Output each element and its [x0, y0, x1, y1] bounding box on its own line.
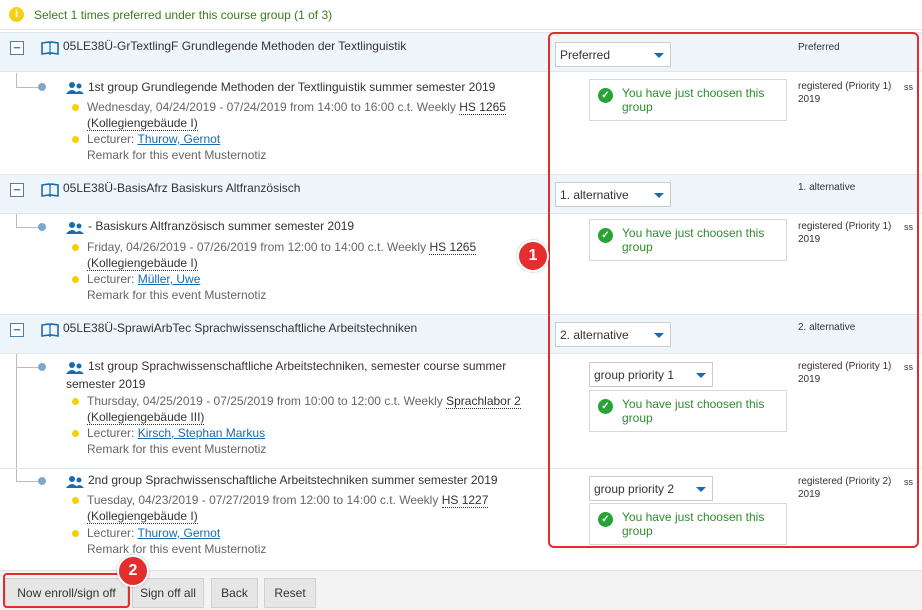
- lecturer-link[interactable]: Thurow, Gernot: [137, 526, 220, 540]
- group-remark: Remark for this event Musternotiz: [87, 542, 267, 556]
- group-people-icon: [66, 82, 84, 94]
- info-text: Select 1 times preferred under this cour…: [34, 8, 333, 22]
- highlight-annotation: [548, 32, 919, 548]
- info-icon: i: [9, 7, 24, 22]
- group-lecturer: Lecturer: Müller, Uwe: [87, 271, 200, 287]
- step-marker-2: 2: [117, 555, 149, 587]
- group-remark: Remark for this event Musternotiz: [87, 288, 267, 302]
- bullet: [72, 244, 79, 251]
- book-icon: [41, 183, 59, 197]
- room-link[interactable]: HS 1227: [441, 493, 489, 508]
- group-title: 1st group Sprachwissenschaftliche Arbeit…: [88, 359, 507, 373]
- tree-line: [16, 354, 17, 468]
- schedule-text: Friday, 04/26/2019 - 07/26/2019 from 12:…: [87, 240, 427, 254]
- lecturer-label: Lecturer:: [87, 526, 135, 540]
- building-link[interactable]: (Kollegiengebäude I): [87, 256, 198, 271]
- group-people-icon: [66, 476, 84, 488]
- tree-node: [38, 477, 46, 485]
- group-title: - Basiskurs Altfranzösisch summer semest…: [88, 219, 355, 233]
- group-schedule: Friday, 04/26/2019 - 07/26/2019 from 12:…: [87, 239, 477, 271]
- group-people-icon: [66, 222, 84, 234]
- schedule-text: Thursday, 04/25/2019 - 07/25/2019 from 1…: [87, 394, 443, 408]
- building-link[interactable]: (Kollegiengebäude III): [87, 410, 205, 425]
- room-link[interactable]: HS 1265: [429, 240, 477, 255]
- collapse-toggle[interactable]: −: [10, 323, 24, 337]
- schedule-text: Wednesday, 04/24/2019 - 07/24/2019 from …: [87, 100, 456, 114]
- bullet: [72, 497, 79, 504]
- group-lecturer: Lecturer: Thurow, Gernot: [87, 131, 220, 147]
- group-title: 1st group Grundlegende Methoden der Text…: [88, 80, 496, 94]
- building-link[interactable]: (Kollegiengebäude I): [87, 509, 198, 524]
- step-marker-1: 1: [517, 240, 549, 272]
- tree-node: [38, 363, 46, 371]
- tree-line: [16, 214, 17, 228]
- info-bar: i Select 1 times preferred under this co…: [0, 0, 922, 30]
- group-remark: Remark for this event Musternotiz: [87, 148, 267, 162]
- bullet: [72, 398, 79, 405]
- tree-node: [38, 83, 46, 91]
- group-title: 2nd group Sprachwissenschaftliche Arbeit…: [88, 473, 498, 487]
- schedule-text: Tuesday, 04/23/2019 - 07/27/2019 from 12…: [87, 493, 439, 507]
- lecturer-label: Lecturer:: [87, 132, 135, 146]
- bullet: [72, 276, 79, 283]
- group-lecturer: Lecturer: Kirsch, Stephan Markus: [87, 425, 265, 441]
- group-remark: Remark for this event Musternotiz: [87, 442, 267, 456]
- group-schedule: Wednesday, 04/24/2019 - 07/24/2019 from …: [87, 99, 506, 131]
- lecturer-label: Lecturer:: [87, 426, 135, 440]
- bullet: [72, 430, 79, 437]
- lecturer-link[interactable]: Müller, Uwe: [138, 272, 201, 286]
- group-lecturer: Lecturer: Thurow, Gernot: [87, 525, 220, 541]
- enroll-highlight-annotation: [3, 573, 130, 608]
- back-button[interactable]: Back: [211, 578, 258, 608]
- collapse-toggle[interactable]: −: [10, 183, 24, 197]
- collapse-toggle[interactable]: −: [10, 41, 24, 55]
- group-title-continued: semester 2019: [66, 377, 146, 391]
- course-title: 05LE38Ü-BasisAfrz Basiskurs Altfranzösis…: [63, 181, 301, 195]
- bullet: [72, 530, 79, 537]
- bullet: [72, 104, 79, 111]
- group-people-icon: [66, 362, 84, 374]
- bullet: [72, 136, 79, 143]
- book-icon: [41, 41, 59, 55]
- lecturer-link[interactable]: Kirsch, Stephan Markus: [138, 426, 265, 440]
- tree-line: [16, 73, 17, 88]
- room-link[interactable]: Sprachlabor 2: [446, 394, 521, 409]
- lecturer-label: Lecturer:: [87, 272, 135, 286]
- tree-node: [38, 223, 46, 231]
- room-link[interactable]: HS 1265: [459, 100, 506, 115]
- reset-button[interactable]: Reset: [264, 578, 316, 608]
- group-schedule: Thursday, 04/25/2019 - 07/25/2019 from 1…: [87, 393, 521, 425]
- lecturer-link[interactable]: Thurow, Gernot: [137, 132, 220, 146]
- course-title: 05LE38Ü-SprawiArbTec Sprachwissenschaftl…: [63, 321, 418, 335]
- course-title: 05LE38Ü-GrTextlingF Grundlegende Methode…: [63, 39, 407, 53]
- building-link[interactable]: (Kollegiengebäude I): [87, 116, 198, 131]
- book-icon: [41, 323, 59, 337]
- group-schedule: Tuesday, 04/23/2019 - 07/27/2019 from 12…: [87, 492, 489, 524]
